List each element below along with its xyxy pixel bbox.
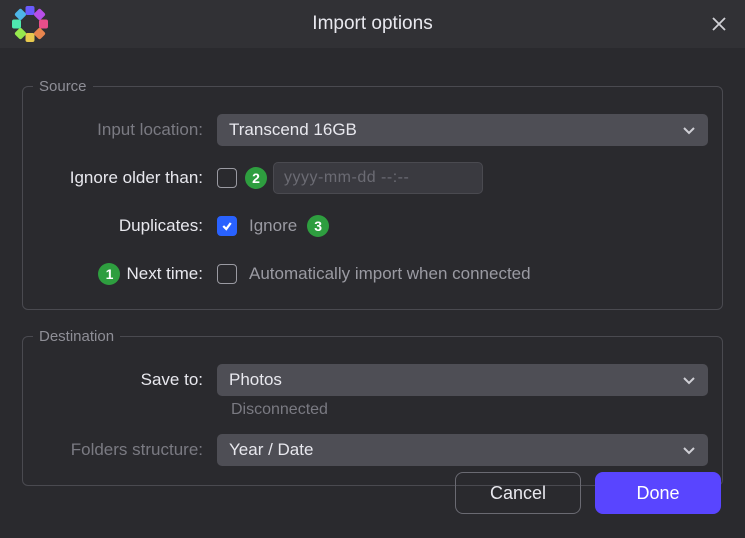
save-to-select[interactable]: Photos xyxy=(217,364,708,396)
duplicates-checkbox[interactable] xyxy=(217,216,237,236)
app-logo-icon xyxy=(16,10,44,38)
folders-structure-select[interactable]: Year / Date xyxy=(217,434,708,466)
dialog-content: Source Input location: Transcend 16GB Ig… xyxy=(0,48,745,486)
duplicates-row: Duplicates: Ignore 3 xyxy=(37,209,708,243)
next-time-text: Automatically import when connected xyxy=(249,264,531,284)
duplicates-label: Duplicates: xyxy=(37,216,217,236)
input-location-label: Input location: xyxy=(37,120,217,140)
dialog-footer: Cancel Done xyxy=(455,472,721,514)
chevron-down-icon xyxy=(682,443,696,457)
badge-two: 2 xyxy=(245,167,267,189)
badge-three: 3 xyxy=(307,215,329,237)
destination-group: Destination Save to: Photos Disconnected… xyxy=(22,328,723,486)
folders-structure-value: Year / Date xyxy=(229,440,313,460)
chevron-down-icon xyxy=(682,373,696,387)
save-to-status: Disconnected xyxy=(231,401,708,419)
folders-structure-row: Folders structure: Year / Date xyxy=(37,433,708,467)
titlebar: Import options xyxy=(0,0,745,48)
save-to-value: Photos xyxy=(229,370,282,390)
source-group: Source Input location: Transcend 16GB Ig… xyxy=(22,78,723,310)
next-time-label: 1 Next time: xyxy=(37,263,217,285)
ignore-older-checkbox[interactable] xyxy=(217,168,237,188)
ignore-older-row: Ignore older than: 2 yyyy-mm-dd --:-- xyxy=(37,161,708,195)
chevron-down-icon xyxy=(682,123,696,137)
badge-one: 1 xyxy=(98,263,120,285)
close-icon[interactable] xyxy=(709,14,729,34)
done-button[interactable]: Done xyxy=(595,472,721,514)
input-location-select[interactable]: Transcend 16GB xyxy=(217,114,708,146)
input-location-value: Transcend 16GB xyxy=(229,120,357,140)
ignore-older-date-input[interactable]: yyyy-mm-dd --:-- xyxy=(273,162,483,194)
ignore-older-label: Ignore older than: xyxy=(37,168,217,188)
input-location-row: Input location: Transcend 16GB xyxy=(37,113,708,147)
folders-structure-label: Folders structure: xyxy=(37,440,217,460)
cancel-button[interactable]: Cancel xyxy=(455,472,581,514)
destination-legend: Destination xyxy=(33,328,120,345)
save-to-row: Save to: Photos xyxy=(37,363,708,397)
save-to-label: Save to: xyxy=(37,370,217,390)
source-legend: Source xyxy=(33,78,93,95)
duplicates-text: Ignore xyxy=(249,216,297,236)
next-time-row: 1 Next time: Automatically import when c… xyxy=(37,257,708,291)
next-time-checkbox[interactable] xyxy=(217,264,237,284)
window-title: Import options xyxy=(0,13,745,35)
